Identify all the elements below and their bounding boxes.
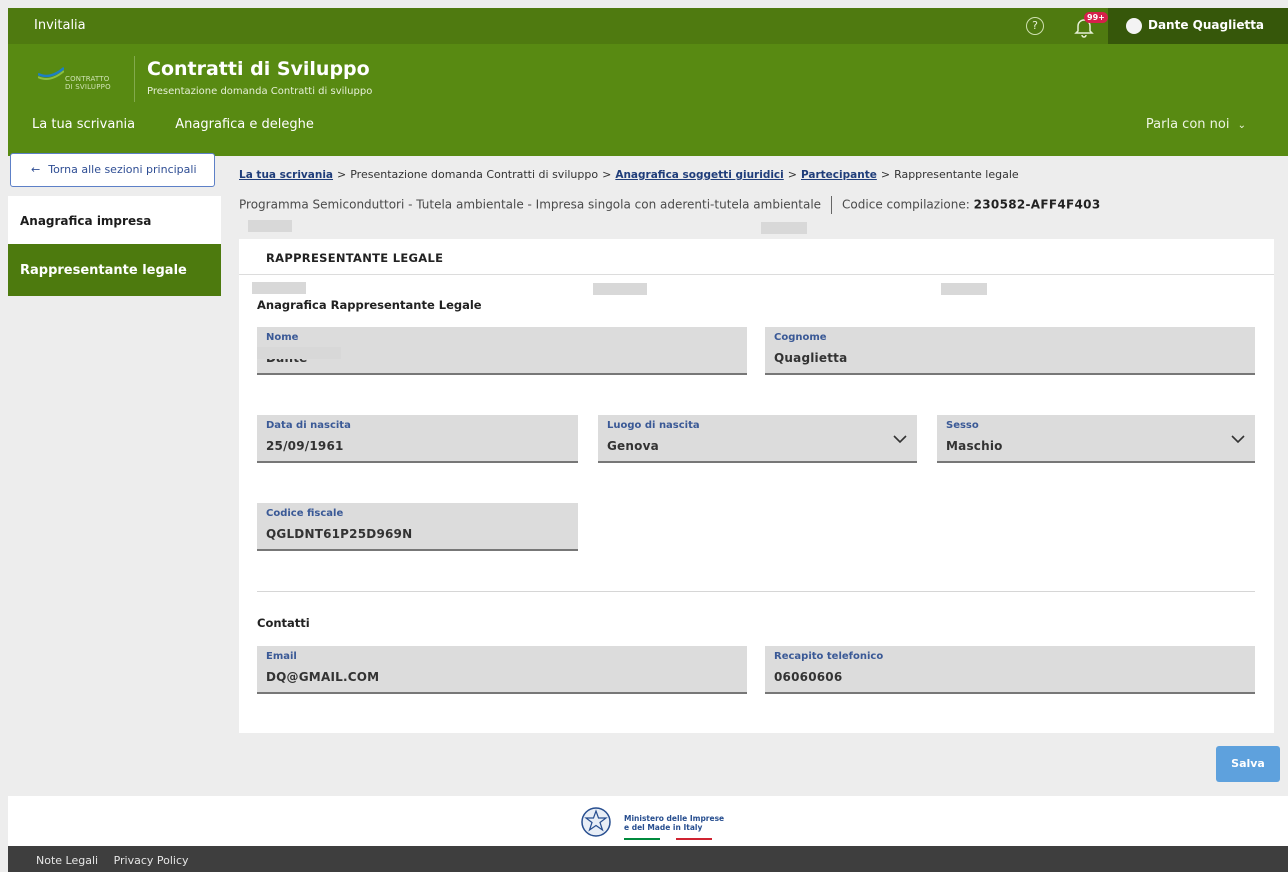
breadcrumb-separator: > <box>787 168 797 181</box>
save-button[interactable]: Salva <box>1216 746 1280 782</box>
code-value: 230582-AFF4F403 <box>973 197 1101 212</box>
app-subtitle: Presentazione domanda Contratti di svilu… <box>147 86 373 97</box>
main-nav: La tua scrivania Anagrafica e deleghe <box>32 117 350 132</box>
app-title: Contratti di Sviluppo <box>147 58 370 80</box>
field-label: Nome <box>266 332 299 343</box>
user-menu[interactable]: Dante Quaglietta ⌄ <box>1108 8 1288 44</box>
avatar <box>1126 18 1142 34</box>
redacted-placeholder <box>941 283 987 295</box>
ministry-line-2: e del Made in Italy <box>624 823 703 832</box>
field-value: Maschio <box>946 439 1003 453</box>
flag-stripe-green <box>624 838 660 840</box>
flag-stripe-red <box>676 838 712 840</box>
sidebar-item-rappresentante-legale[interactable]: Rappresentante legale <box>8 244 221 296</box>
form-card: RAPPRESENTANTE LEGALE Anagrafica Rappres… <box>239 239 1274 733</box>
ministry-line-1: Ministero delle Imprese <box>624 814 725 823</box>
gender-select[interactable]: Sesso Maschio <box>937 415 1255 463</box>
field-value: 25/09/1961 <box>266 439 344 453</box>
top-bar: Invitalia ? 99+ Dante Quaglietta ⌄ <box>8 8 1288 44</box>
nav-item-anagrafica[interactable]: Anagrafica e deleghe <box>175 117 314 132</box>
redacted-placeholder <box>593 283 647 295</box>
logo-text-1: CONTRATTO <box>65 75 110 83</box>
section-title-anagrafica: Anagrafica Rappresentante Legale <box>257 298 482 312</box>
field-value: Genova <box>607 439 659 453</box>
field-label: Sesso <box>946 420 979 431</box>
breadcrumb-separator: > <box>880 168 891 181</box>
redacted-placeholder <box>248 220 292 232</box>
field-value: DQ@GMAIL.COM <box>266 670 380 684</box>
birth-place-select[interactable]: Luogo di nascita Genova <box>598 415 917 463</box>
logo-text-2: DI SVILUPPO <box>65 83 111 91</box>
field-label: Email <box>266 651 297 662</box>
redacted-placeholder <box>257 347 341 359</box>
divider <box>239 274 1274 275</box>
footer-link-note-legali[interactable]: Note Legali <box>36 854 98 867</box>
breadcrumb-item-current: Rappresentante legale <box>894 168 1019 181</box>
breadcrumb-item-presentazione: Presentazione domanda Contratti di svilu… <box>350 168 599 181</box>
chat-label: Parla con noi <box>1145 117 1230 132</box>
chevron-down-icon <box>1231 435 1245 444</box>
field-label: Recapito telefonico <box>774 651 884 662</box>
breadcrumb: La tua scrivania > Presentazione domanda C… <box>239 168 1019 181</box>
ministry-logo: Ministero delle Imprese e del Made in It… <box>580 802 740 842</box>
bottom-bar: Note Legali Privacy Policy <box>8 846 1288 872</box>
field-value: QGLDNT61P25D969N <box>266 527 413 541</box>
notifications-badge: 99+ <box>1084 12 1108 23</box>
field-label: Luogo di nascita <box>607 420 700 431</box>
field-value: 06060606 <box>774 670 843 684</box>
nav-item-scrivania[interactable]: La tua scrivania <box>32 117 135 132</box>
nome-field[interactable]: Nome Dante <box>257 327 747 375</box>
cognome-field[interactable]: Cognome Quaglietta <box>765 327 1255 375</box>
chevron-down-icon: ⌄ <box>1237 120 1246 131</box>
sidebar-item-anagrafica-impresa[interactable]: Anagrafica impresa <box>8 196 221 244</box>
birth-date-field[interactable]: Data di nascita 25/09/1961 <box>257 415 578 463</box>
code-label: Codice compilazione: <box>842 197 970 212</box>
field-label: Cognome <box>774 332 827 343</box>
breadcrumb-separator: > <box>337 168 347 181</box>
header-divider <box>134 56 135 102</box>
program-description: Programma Semiconduttori - Tutela ambien… <box>239 197 822 212</box>
divider <box>831 196 833 214</box>
help-icon[interactable]: ? <box>1026 17 1044 35</box>
card-title: RAPPRESENTANTE LEGALE <box>266 251 444 265</box>
breadcrumb-link-partecipante[interactable]: Partecipante <box>801 169 877 181</box>
arrow-left-icon: ← <box>31 163 41 176</box>
redacted-placeholder <box>761 222 807 234</box>
breadcrumb-link-anagrafica[interactable]: Anagrafica soggetti giuridici <box>615 169 783 181</box>
italian-emblem-icon <box>581 807 611 837</box>
redacted-placeholder <box>252 282 306 294</box>
field-value: Quaglietta <box>774 351 848 365</box>
brand-label[interactable]: Invitalia <box>34 18 86 33</box>
divider <box>257 591 1255 592</box>
program-info: Programma Semiconduttori - Tutela ambien… <box>239 196 1100 214</box>
tax-code-field[interactable]: Codice fiscale QGLDNT61P25D969N <box>257 503 578 551</box>
breadcrumb-link-scrivania[interactable]: La tua scrivania <box>239 169 333 181</box>
app-header: CONTRATTO DI SVILUPPO Contratti di Svilu… <box>8 44 1288 156</box>
back-label: Torna alle sezioni principali <box>48 163 197 176</box>
email-field[interactable]: Email DQ@GMAIL.COM <box>257 646 747 694</box>
footer-link-privacy[interactable]: Privacy Policy <box>114 854 189 867</box>
field-label: Codice fiscale <box>266 508 344 519</box>
chevron-down-icon: ⌄ <box>1242 17 1251 28</box>
contratto-sviluppo-logo: CONTRATTO DI SVILUPPO <box>38 60 118 94</box>
field-label: Data di nascita <box>266 420 351 431</box>
phone-field[interactable]: Recapito telefonico 06060606 <box>765 646 1255 694</box>
logo-swoosh-icon <box>38 67 64 80</box>
footer: Ministero delle Imprese e del Made in It… <box>8 796 1288 846</box>
chat-menu[interactable]: Parla con noi ⌄ <box>1146 117 1246 132</box>
chevron-down-icon <box>893 435 907 444</box>
section-title-contatti: Contatti <box>257 616 310 630</box>
back-to-sections-button[interactable]: ← Torna alle sezioni principali <box>10 153 215 187</box>
breadcrumb-separator: > <box>602 168 612 181</box>
